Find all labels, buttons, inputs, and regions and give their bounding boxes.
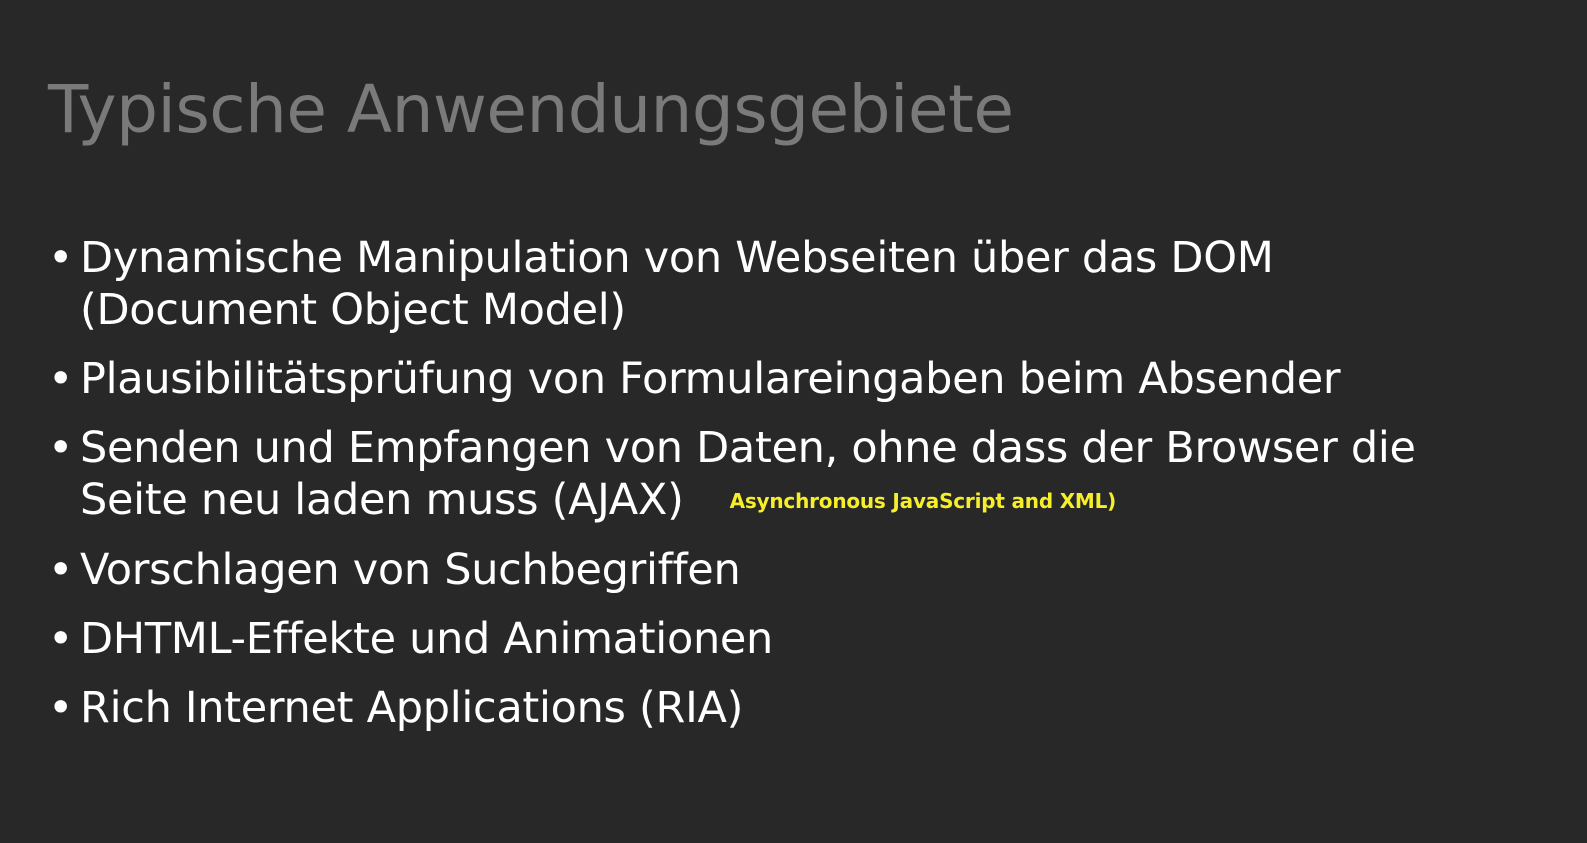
bullet-item-dhtml: • DHTML-Effekte und Animationen <box>48 613 1548 665</box>
bullet-dot-icon: • <box>48 423 74 473</box>
slide-title: Typische Anwendungsgebiete <box>48 71 1014 148</box>
bullet-item-search-suggestions: • Vorschlagen von Suchbegriffen <box>48 544 1548 596</box>
bullet-text: Vorschlagen von Suchbegriffen <box>80 545 741 595</box>
ajax-annotation: Asynchronous JavaScript and XML) <box>729 489 1117 513</box>
bullet-text: DHTML-Effekte und Animationen <box>80 614 774 664</box>
bullet-item-ria: • Rich Internet Applications (RIA) <box>48 682 1548 734</box>
bullet-text-with-note: Seite neu laden muss (AJAX) Asynchronous … <box>80 474 1548 527</box>
bullet-text: Senden und Empfangen von Daten, ohne das… <box>80 423 1416 473</box>
bullet-list: • Dynamische Manipulation von Webseiten … <box>48 232 1548 751</box>
bullet-dot-icon: • <box>48 683 74 733</box>
bullet-item-dom: • Dynamische Manipulation von Webseiten … <box>48 232 1548 336</box>
bullet-dot-icon: • <box>48 233 74 283</box>
bullet-dot-icon: • <box>48 354 74 404</box>
bullet-dot-icon: • <box>48 614 74 664</box>
bullet-text: (Document Object Model) <box>80 285 626 335</box>
bullet-item-validation: • Plausibilitätsprüfung von Formulareing… <box>48 353 1548 405</box>
bullet-text: Plausibilitätsprüfung von Formulareingab… <box>80 354 1341 404</box>
bullet-text: Dynamische Manipulation von Webseiten üb… <box>80 233 1274 283</box>
bullet-item-ajax: • Senden und Empfangen von Daten, ohne d… <box>48 422 1548 527</box>
bullet-dot-icon: • <box>48 545 74 595</box>
slide: Typische Anwendungsgebiete • Dynamische … <box>0 0 1587 843</box>
bullet-text: Seite neu laden muss (AJAX) <box>80 475 684 525</box>
bullet-text: Rich Internet Applications (RIA) <box>80 683 744 733</box>
